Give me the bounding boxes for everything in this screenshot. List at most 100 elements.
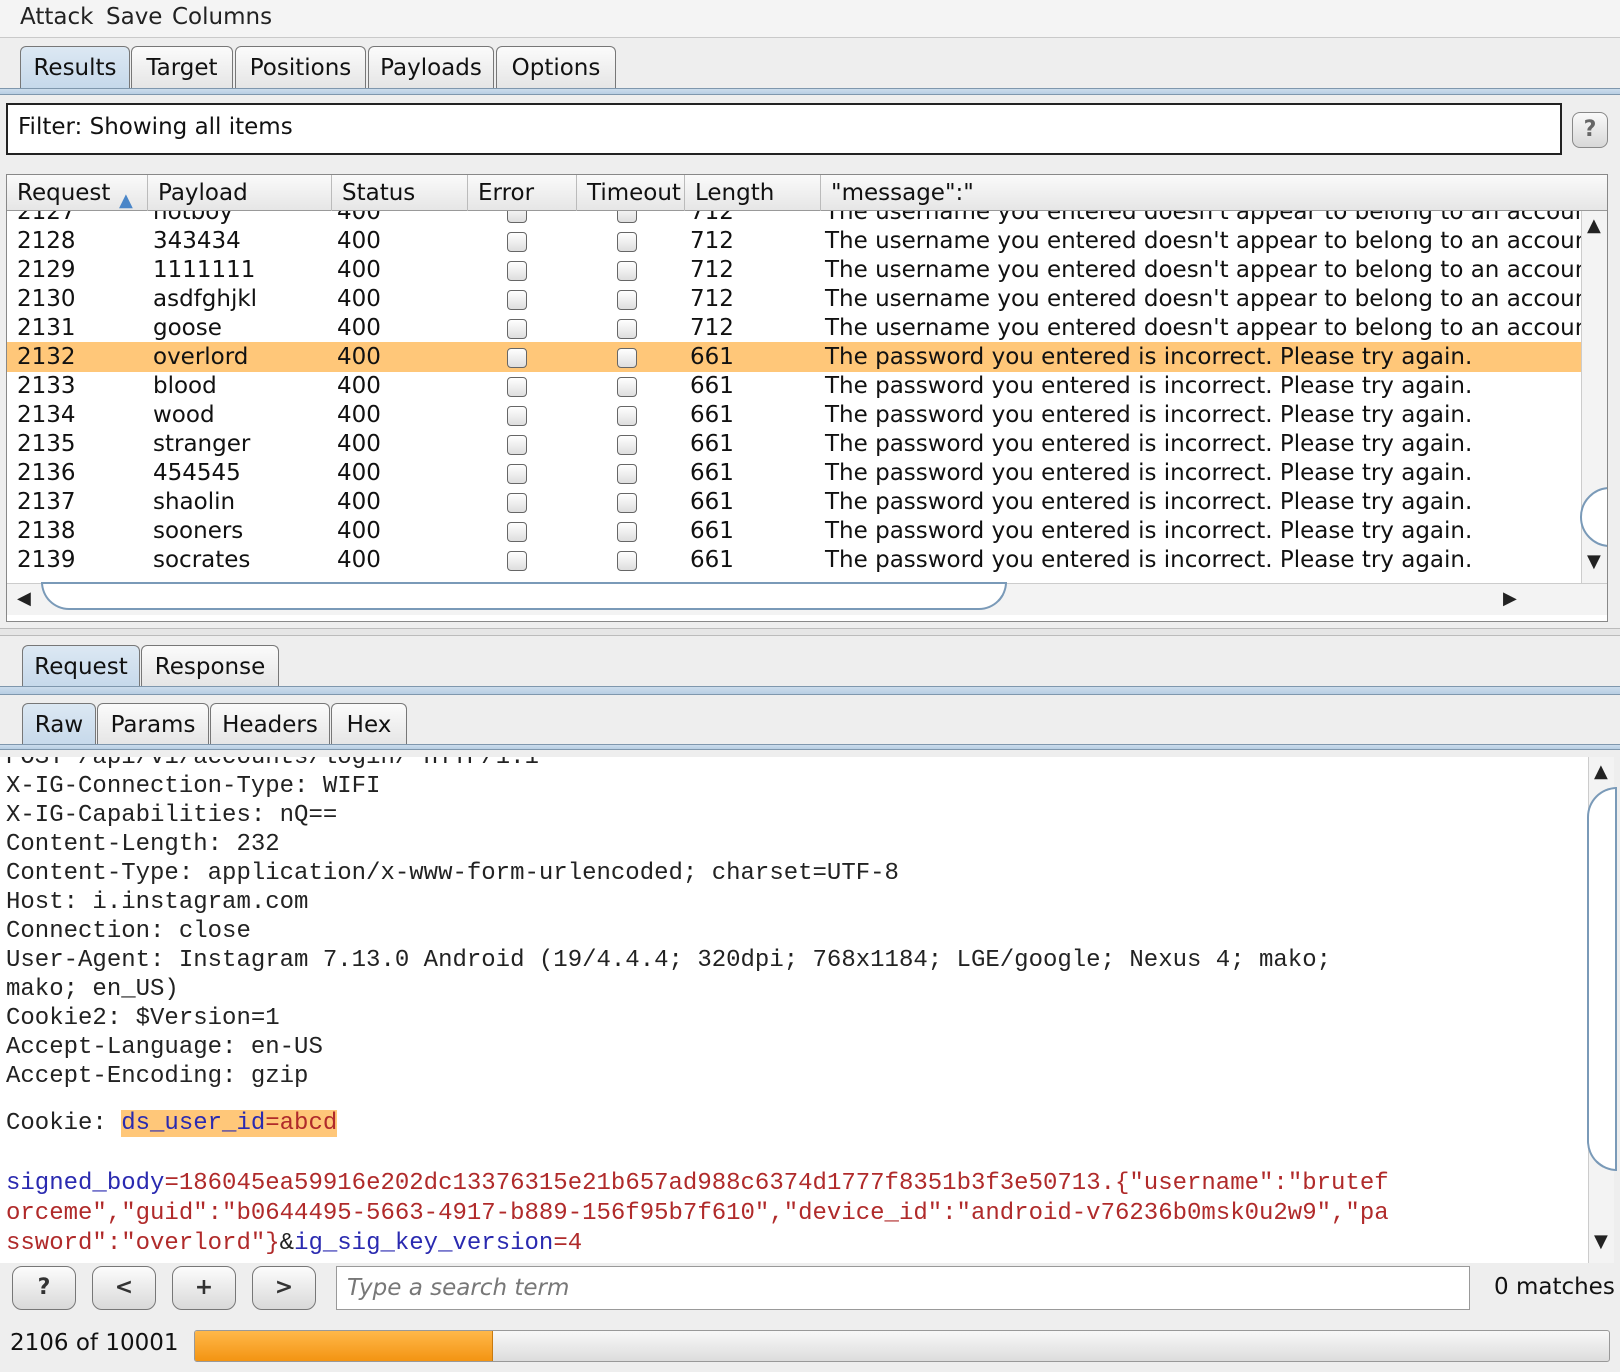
scroll-right-arrow-icon[interactable]: ▶ [1503,588,1517,609]
error-checkbox[interactable] [507,464,527,484]
timeout-checkbox[interactable] [617,435,637,455]
search-add-button[interactable]: + [172,1266,236,1310]
table-row[interactable]: 2137 shaolin 400 661 The password you entere… [7,487,1581,517]
timeout-checkbox[interactable] [617,522,637,542]
timeout-checkbox[interactable] [617,290,637,310]
error-checkbox[interactable] [507,493,527,513]
cell-message: The password you entered is incorrect. P… [825,373,1473,399]
scroll-thumb[interactable] [1580,487,1607,547]
search-input[interactable] [336,1266,1470,1310]
timeout-checkbox[interactable] [617,464,637,484]
tab-headers[interactable]: Headers [210,703,330,747]
editor-vertical-scrollbar[interactable]: ▲ ▼ [1587,757,1617,1263]
table-row[interactable]: 2133 blood 400 661 The password you entered … [7,371,1581,401]
menu-save[interactable]: Save [106,4,162,30]
timeout-checkbox[interactable] [617,261,637,281]
body-param-value: ssword":"overlord"} [6,1230,280,1257]
error-checkbox[interactable] [507,406,527,426]
tab-results[interactable]: Results [20,46,130,90]
table-vertical-scrollbar[interactable]: ▲ ▼ [1580,211,1607,583]
request-header-line: Connection: close [6,918,251,945]
timeout-checkbox[interactable] [617,377,637,397]
timeout-checkbox[interactable] [617,406,637,426]
tab-target[interactable]: Target [131,46,233,90]
tab-options[interactable]: Options [496,46,616,90]
cell-status: 400 [337,315,381,341]
scroll-down-arrow-icon[interactable]: ▼ [1587,551,1601,572]
timeout-checkbox[interactable] [617,211,637,223]
timeout-checkbox[interactable] [617,319,637,339]
table-row[interactable]: 2132 overlord 400 661 The password you enter… [7,342,1581,372]
table-row[interactable]: 2135 stranger 400 661 The password you enter… [7,429,1581,459]
request-header-line: X-IG-Connection-Type: WIFI [6,773,381,800]
table-row[interactable]: 2129 1111111 400 712 The username you entere… [7,255,1581,285]
cell-payload: asdfghjkl [153,286,258,312]
tab-response[interactable]: Response [141,645,279,689]
timeout-checkbox[interactable] [617,551,637,571]
timeout-checkbox[interactable] [617,232,637,252]
timeout-checkbox[interactable] [617,348,637,368]
filter-label: Filter: [18,114,83,140]
tab-positions[interactable]: Positions [235,46,366,90]
error-checkbox[interactable] [507,319,527,339]
filter-help-button[interactable]: ? [1572,112,1608,148]
error-checkbox[interactable] [507,290,527,310]
split-pane-divider[interactable] [0,628,1620,636]
scroll-down-arrow-icon[interactable]: ▼ [1594,1231,1608,1252]
tab-request[interactable]: Request [22,645,140,689]
cell-request: 2131 [17,315,76,341]
menu-columns[interactable]: Columns [172,4,272,30]
column-header-payload[interactable]: Payload [148,175,332,211]
cell-status: 400 [337,402,381,428]
cell-message: The username you entered doesn't appear … [825,315,1581,341]
tab-hex[interactable]: Hex [331,703,407,747]
cell-status: 400 [337,286,381,312]
search-previous-button[interactable]: < [92,1266,156,1310]
raw-request-editor[interactable]: POST /api/v1/accounts/login/ HTTP/1.1 X-I… [0,757,1588,1263]
request-header-line: Accept-Language: en-US [6,1034,323,1061]
column-header-length[interactable]: Length [685,175,821,211]
scroll-left-arrow-icon[interactable]: ◀ [17,588,31,609]
tab-raw[interactable]: Raw [22,703,96,747]
error-checkbox[interactable] [507,261,527,281]
cell-request: 2135 [17,431,76,457]
error-checkbox[interactable] [507,377,527,397]
table-row[interactable]: 2138 sooners 400 661 The password you entere… [7,516,1581,546]
table-horizontal-scrollbar[interactable]: ◀ ▶ [7,582,1607,615]
cell-status: 400 [337,547,381,573]
search-help-button[interactable]: ? [12,1266,76,1310]
scroll-thumb[interactable] [1587,787,1617,1171]
scroll-up-arrow-icon[interactable]: ▲ [1587,215,1601,236]
column-header-timeout[interactable]: Timeout [577,175,685,211]
table-row[interactable]: 2131 goose 400 712 The username you entered … [7,313,1581,343]
table-row[interactable]: 2130 asdfghjkl 400 712 The username you ente… [7,284,1581,314]
table-row[interactable]: 2136 454545 400 661 The password you entered… [7,458,1581,488]
table-row[interactable]: 2134 wood 400 661 The password you entered i… [7,400,1581,430]
body-param-key: signed_body [6,1170,165,1197]
error-checkbox[interactable] [507,435,527,455]
search-next-button[interactable]: > [252,1266,316,1310]
column-header-status[interactable]: Status [332,175,468,211]
column-header-message[interactable]: "message":" [821,175,1607,211]
cell-message: The password you entered is incorrect. P… [825,489,1473,515]
tab-payloads[interactable]: Payloads [368,46,494,90]
error-checkbox[interactable] [507,522,527,542]
tab-params[interactable]: Params [97,703,209,747]
scroll-thumb[interactable] [41,582,1007,610]
menu-attack[interactable]: Attack [20,4,93,30]
error-checkbox[interactable] [507,348,527,368]
table-body: 2127 hotboy 400 712 The username you entered… [7,211,1581,583]
error-checkbox[interactable] [507,232,527,252]
column-header-error[interactable]: Error [468,175,577,211]
table-row[interactable]: 2128 343434 400 712 The username you entered… [7,226,1581,256]
timeout-checkbox[interactable] [617,493,637,513]
error-checkbox[interactable] [507,551,527,571]
column-header-request[interactable]: Request ▲ [7,175,148,211]
viewer-tabs: Request Response [0,645,1620,691]
scroll-up-arrow-icon[interactable]: ▲ [1594,761,1608,782]
error-checkbox[interactable] [507,211,527,223]
cell-status: 400 [337,460,381,486]
table-row[interactable]: 2139 socrates 400 661 The password you enter… [7,545,1581,575]
cell-length: 661 [690,431,734,457]
table-row[interactable]: 2127 hotboy 400 712 The username you entered… [7,211,1581,227]
